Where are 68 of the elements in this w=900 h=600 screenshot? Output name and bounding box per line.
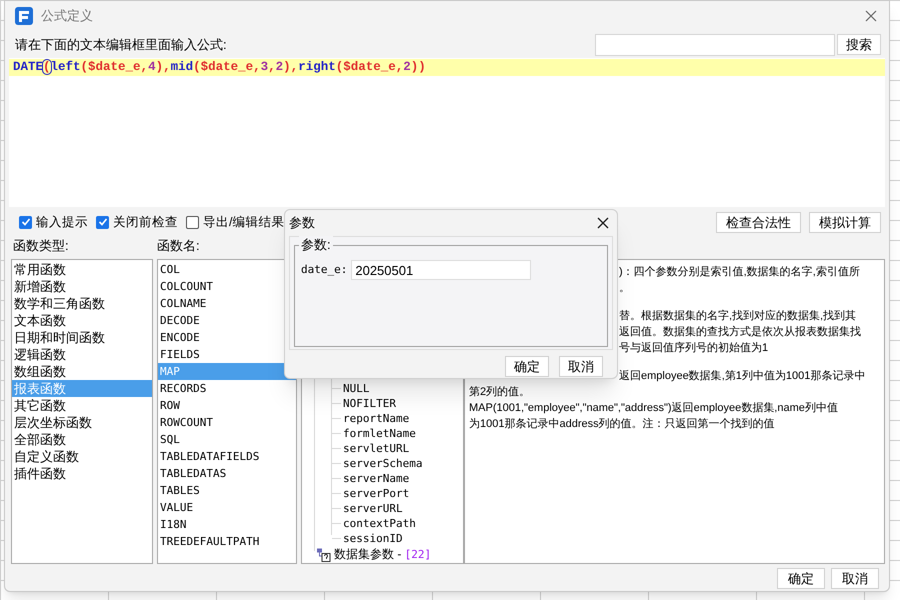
function-type-label: 函数类型: — [13, 236, 70, 254]
description-text: 返回employee数据集,第1列中值为1001那条记录中 — [619, 369, 866, 384]
group-label: 参数: — [299, 236, 333, 254]
list-item[interactable]: 逻辑函数 — [12, 346, 152, 363]
tree-item[interactable]: serverName — [343, 471, 410, 486]
tree-item[interactable]: sessionID — [343, 531, 403, 546]
action-button[interactable]: 模拟计算 — [809, 212, 881, 232]
tree-item[interactable]: servletURL — [343, 441, 410, 456]
list-item[interactable]: 插件函数 — [12, 465, 152, 482]
tree-item[interactable]: reportName — [343, 411, 410, 426]
dialog-button[interactable]: 确定 — [777, 568, 825, 589]
option-label[interactable]: 输入提示 — [36, 212, 88, 232]
tree-item[interactable]: NULL — [343, 381, 370, 396]
list-item[interactable]: 新增函数 — [12, 278, 152, 295]
tree-item[interactable]: contextPath — [343, 516, 416, 531]
option-label[interactable]: 导出/编辑结果 — [203, 212, 284, 232]
list-item[interactable]: VALUE — [158, 499, 296, 516]
search-button[interactable]: 搜索 — [837, 34, 881, 55]
list-item[interactable]: TABLEDATAFIELDS — [158, 448, 296, 465]
list-item[interactable]: 层次坐标函数 — [12, 414, 152, 431]
list-item[interactable]: 数组函数 — [12, 363, 152, 380]
list-item[interactable]: 数学和三角函数 — [12, 295, 152, 312]
action-button[interactable]: 检查合法性 — [716, 212, 801, 232]
list-item[interactable]: I18N — [158, 516, 296, 533]
checkbox[interactable] — [96, 216, 109, 228]
tree-node[interactable]: 数据集参数 - [22] — [334, 545, 432, 564]
dialog-title: 参数 — [289, 214, 315, 232]
list-item[interactable]: 其它函数 — [12, 397, 152, 414]
option-label[interactable]: 关闭前检查 — [113, 212, 178, 232]
description-text: 。 — [619, 281, 630, 296]
tree-item[interactable]: serverPort — [343, 486, 410, 501]
description-text: 替。根据数据集的名字,找到对应的数据集,找到其 — [619, 308, 856, 324]
dialog-button[interactable]: 确定 — [505, 356, 549, 377]
app-logo-icon — [15, 7, 33, 25]
tree-item[interactable]: serverURL — [343, 501, 403, 516]
description-text: 返回值。数据集的查找方式是依次从报表数据集找 — [619, 324, 861, 340]
list-item[interactable]: 自定义函数 — [12, 448, 152, 465]
list-item[interactable]: 全部函数 — [12, 431, 152, 448]
tree-item[interactable]: NOFILTER — [343, 396, 396, 411]
checkbox[interactable] — [186, 216, 199, 228]
list-item[interactable]: 日期和时间函数 — [12, 329, 152, 346]
list-item[interactable]: TABLES — [158, 482, 296, 499]
field-label: date_e: — [301, 262, 348, 278]
dialog-button[interactable]: 取消 — [559, 356, 603, 377]
list-item[interactable]: ROWCOUNT — [158, 414, 296, 431]
list-item[interactable]: TREEDEFAULTPATH — [158, 533, 296, 550]
list-item[interactable]: RECORDS — [158, 380, 296, 397]
list-item[interactable]: ROW — [158, 397, 296, 414]
tree-item[interactable]: serverSchema — [343, 456, 422, 471]
description-text: MAP(1001,"employee","name","address")返回employee数据集,name列中值 — [469, 401, 838, 416]
description-text: 为1001那条记录中address列的值。注：只返回第一个找到的值 — [469, 416, 775, 432]
description-text: )：四个参数分别是索引值,数据集的名字,索引值所 — [619, 264, 860, 280]
function-name-label: 函数名: — [157, 236, 200, 254]
dialog-button[interactable]: 取消 — [831, 568, 879, 589]
list-item[interactable]: 常用函数 — [12, 261, 152, 278]
checkbox[interactable] — [19, 216, 32, 228]
list-item[interactable]: 文本函数 — [12, 312, 152, 329]
tree-item[interactable]: formletName — [343, 426, 416, 441]
close-icon[interactable] — [597, 217, 609, 229]
list-item[interactable]: SQL — [158, 431, 296, 448]
parameter-field[interactable]: 20250501 — [351, 260, 532, 280]
parameter-group-icon — [316, 548, 332, 562]
description-text: 号与返回值序列号的初始值为1 — [619, 340, 768, 356]
list-item[interactable]: TABLEDATAS — [158, 465, 296, 482]
prompt-label: 请在下面的文本编辑框里面输入公式: — [15, 36, 227, 54]
search-field[interactable] — [595, 34, 835, 56]
window-title: 公式定义 — [41, 7, 93, 26]
description-text: 第2列的值。 — [469, 385, 530, 400]
